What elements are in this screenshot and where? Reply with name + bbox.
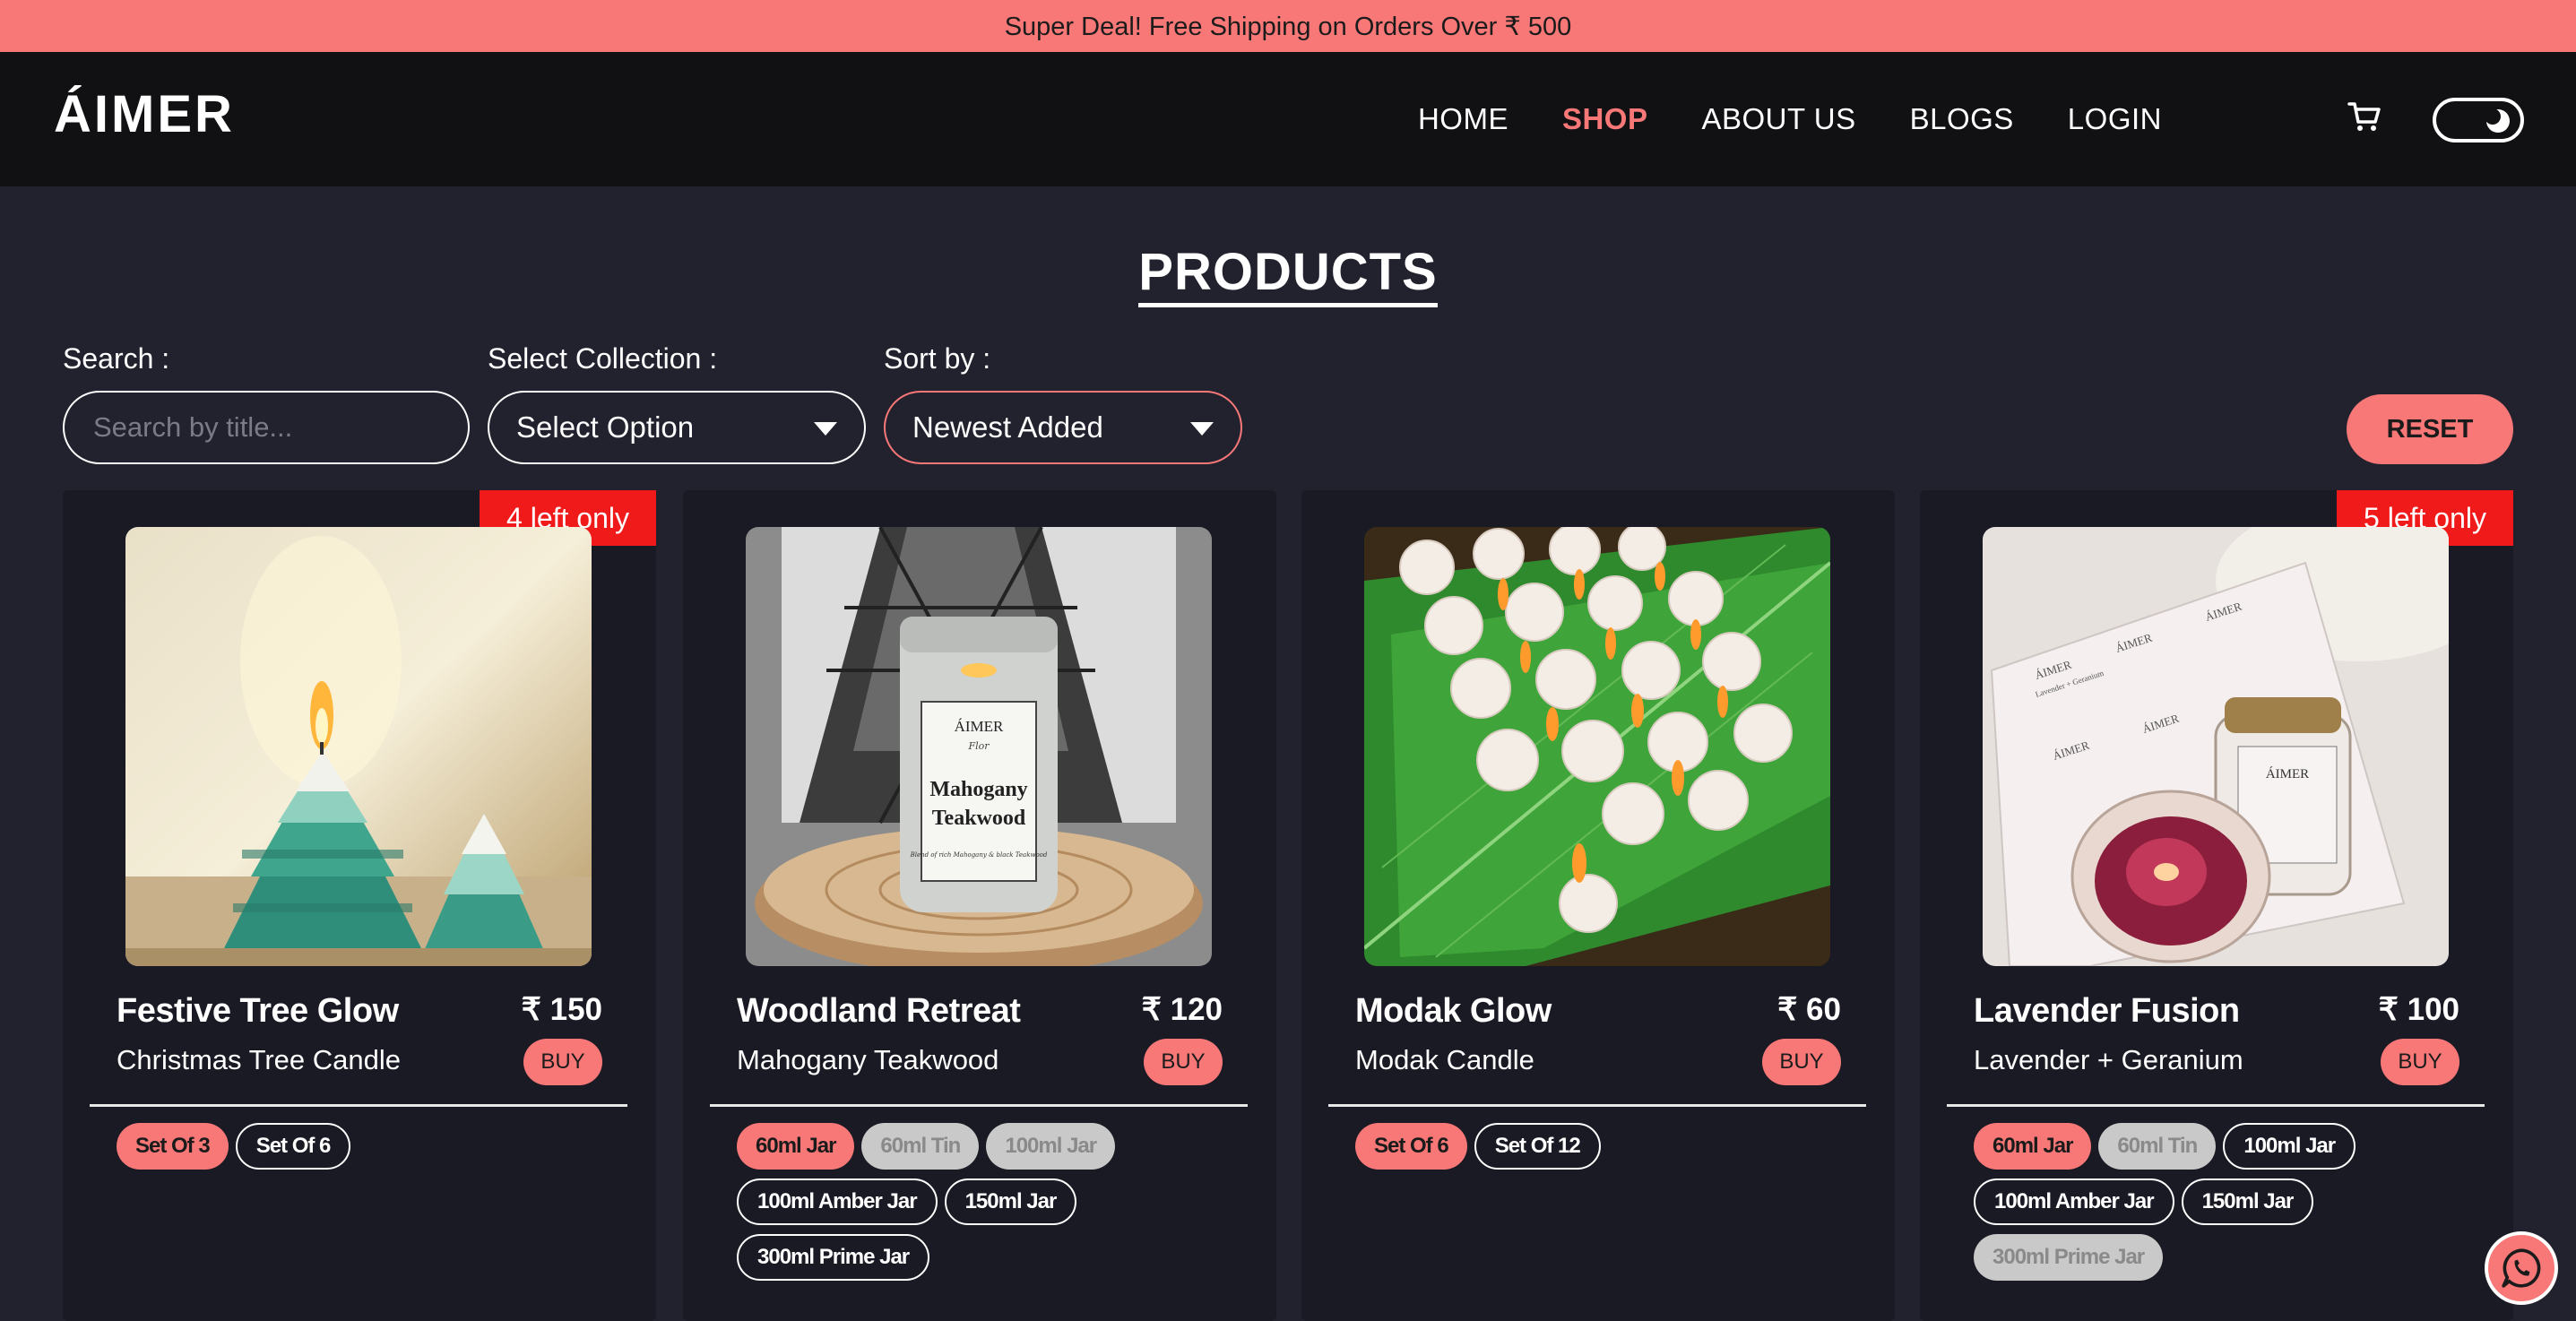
brand-logo[interactable]: ÁIMER <box>54 84 235 144</box>
product-subtitle: Modak Candle <box>1355 1044 1534 1075</box>
caret-down-icon <box>814 422 837 436</box>
variant-chip[interactable]: 60ml Jar <box>1974 1123 2092 1170</box>
nav-blogs[interactable]: BLOGS <box>1910 102 2014 136</box>
product-card[interactable]: ÁIMER Flor Mahogany Teakwood Blend of ri… <box>683 490 1276 1321</box>
product-title[interactable]: Lavender Fusion <box>1974 992 2240 1031</box>
variant-chip: 60ml Tin <box>861 1123 980 1170</box>
whatsapp-chat-button[interactable] <box>2485 1231 2558 1305</box>
page-title-wrap: PRODUCTS <box>0 242 2576 307</box>
promo-banner: Super Deal! Free Shipping on Orders Over… <box>0 0 2576 52</box>
nav-links: HOME SHOP ABOUT US BLOGS LOGIN <box>1418 52 2162 186</box>
nav-login[interactable]: LOGIN <box>2068 102 2162 136</box>
card-divider <box>710 1104 1248 1107</box>
variant-chip[interactable]: 150ml Jar <box>944 1179 1077 1225</box>
variant-chip[interactable]: 100ml Jar <box>2223 1123 2356 1170</box>
variant-list: 60ml Jar 60ml Tin 100ml Jar 100ml Amber … <box>737 1123 1239 1281</box>
collection-select[interactable]: Select Option <box>488 391 866 464</box>
collection-select-value: Select Option <box>516 410 695 444</box>
product-price: ₹ 60 <box>1777 992 1841 1027</box>
product-price: ₹ 150 <box>521 992 602 1027</box>
variant-list: Set Of 6 Set Of 12 <box>1355 1123 1857 1170</box>
product-card[interactable]: 5 left only ÁIMER ÁIMER ÁIMER ÁIMER ÁIME… <box>1920 490 2513 1321</box>
product-card[interactable]: 4 left only Festive Tree Glow ₹ 150 Chri… <box>63 490 656 1321</box>
product-subtitle: Mahogany Teakwood <box>737 1044 999 1075</box>
product-subtitle: Christmas Tree Candle <box>117 1044 402 1075</box>
product-image[interactable]: ÁIMER ÁIMER ÁIMER ÁIMER ÁIMER Lavender +… <box>1983 527 2449 966</box>
search-label: Search : <box>63 342 170 375</box>
promo-text: Super Deal! Free Shipping on Orders Over… <box>1004 12 1572 41</box>
variant-chip[interactable]: 100ml Amber Jar <box>737 1179 938 1225</box>
variant-chip[interactable]: Set Of 6 <box>235 1123 351 1170</box>
product-card[interactable]: Modak Glow ₹ 60 Modak Candle BUY Set Of … <box>1301 490 1895 1321</box>
variant-list: Set Of 3 Set Of 6 <box>117 1123 618 1170</box>
variant-chip[interactable]: 300ml Prime Jar <box>737 1234 930 1281</box>
theme-toggle[interactable] <box>2433 98 2524 142</box>
card-divider <box>1328 1104 1866 1107</box>
variant-chip[interactable]: 60ml Jar <box>737 1123 855 1170</box>
page-title: PRODUCTS <box>1138 243 1438 307</box>
nav-about-us[interactable]: ABOUT US <box>1701 102 1855 136</box>
jar-name-line2: Teakwood <box>932 807 1026 830</box>
jar-tagline: Blend of rich Mahogany & black Teakwood <box>910 851 1048 859</box>
collection-label: Select Collection : <box>488 342 718 375</box>
variant-chip: 300ml Prime Jar <box>1974 1234 2164 1281</box>
buy-button[interactable]: BUY <box>2381 1039 2459 1085</box>
product-title[interactable]: Modak Glow <box>1355 992 1552 1031</box>
product-price: ₹ 120 <box>1141 992 1223 1027</box>
navbar: ÁIMER HOME SHOP ABOUT US BLOGS LOGIN <box>0 52 2576 186</box>
variant-chip[interactable]: 100ml Amber Jar <box>1974 1179 2174 1225</box>
jar-brand-text: ÁIMER <box>955 718 1004 735</box>
product-image[interactable]: ÁIMER Flor Mahogany Teakwood Blend of ri… <box>746 527 1212 966</box>
card-divider <box>90 1104 627 1107</box>
product-image[interactable] <box>1364 527 1830 966</box>
product-title[interactable]: Festive Tree Glow <box>117 992 399 1031</box>
sort-select-value: Newest Added <box>912 410 1103 444</box>
sort-label: Sort by : <box>884 342 991 375</box>
search-input[interactable] <box>63 391 470 464</box>
product-price: ₹ 100 <box>2378 992 2459 1027</box>
buy-button[interactable]: BUY <box>1144 1039 1223 1085</box>
variant-chip[interactable]: 150ml Jar <box>2181 1179 2314 1225</box>
caret-down-icon <box>1190 422 1214 436</box>
nav-shop[interactable]: SHOP <box>1562 102 1648 136</box>
buy-button[interactable]: BUY <box>1762 1039 1841 1085</box>
jar-name-line1: Mahogany <box>929 778 1027 801</box>
product-subtitle: Lavender + Geranium <box>1974 1044 2243 1075</box>
variant-chip[interactable]: Set Of 3 <box>117 1123 229 1170</box>
cart-icon[interactable] <box>2347 99 2382 134</box>
card-divider <box>1947 1104 2485 1107</box>
variant-list: 60ml Jar 60ml Tin 100ml Jar 100ml Amber … <box>1974 1123 2476 1281</box>
reset-button[interactable]: RESET <box>2347 394 2513 464</box>
svg-text:ÁIMER: ÁIMER <box>2266 766 2309 781</box>
nav-home[interactable]: HOME <box>1418 102 1508 136</box>
jar-script-text: Flor <box>967 740 990 752</box>
variant-chip: 60ml Tin <box>2098 1123 2217 1170</box>
product-title[interactable]: Woodland Retreat <box>737 992 1021 1031</box>
moon-icon <box>2485 108 2510 133</box>
variant-chip: 100ml Jar <box>986 1123 1116 1170</box>
sort-select[interactable]: Newest Added <box>884 391 1242 464</box>
buy-button[interactable]: BUY <box>523 1039 602 1085</box>
whatsapp-icon <box>2502 1248 2541 1288</box>
product-image[interactable] <box>125 527 592 966</box>
variant-chip[interactable]: Set Of 6 <box>1355 1123 1467 1170</box>
variant-chip[interactable]: Set Of 12 <box>1474 1123 1601 1170</box>
